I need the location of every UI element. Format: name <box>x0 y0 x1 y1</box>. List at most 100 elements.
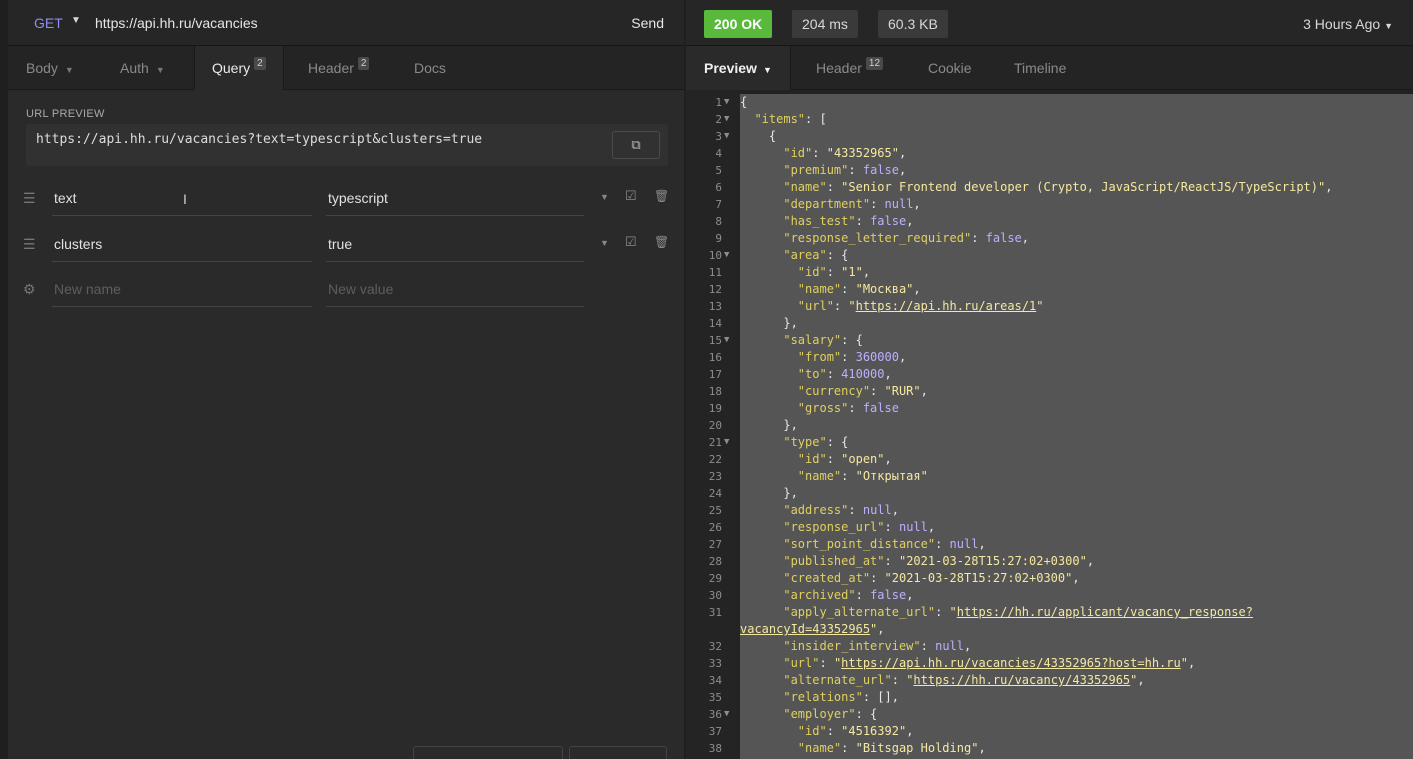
new-param-value-input[interactable]: New value <box>326 273 584 307</box>
code-text: "insider_interview": null, <box>783 639 972 653</box>
code-text: "gross": false <box>797 401 899 415</box>
code-line: 37 "id": "4516392", <box>686 723 1413 740</box>
tab-label: Header <box>816 60 862 76</box>
param-name-input[interactable]: clusters <box>52 228 312 262</box>
tab-label: Docs <box>414 60 446 76</box>
code-text: { <box>768 129 777 143</box>
code-text: "id": "43352965", <box>783 146 907 160</box>
tab-cookie[interactable]: Cookie <box>928 46 972 90</box>
drag-handle-icon[interactable]: ☰ <box>23 190 36 207</box>
fold-arrow-icon[interactable]: ▼ <box>724 332 729 349</box>
copy-button[interactable]: ⧉ <box>612 131 660 159</box>
code-text: "id": "1", <box>797 265 871 279</box>
checkbox-icon[interactable]: ☑ <box>625 234 637 250</box>
param-value: true <box>328 236 353 252</box>
code-line: 36 ▼ "employer": { <box>686 706 1413 723</box>
line-number: 11 <box>708 266 722 279</box>
secondary-button[interactable] <box>569 746 667 759</box>
chevron-down-icon: ▼ <box>155 65 165 75</box>
code-text: "published_at": "2021-03-28T15:27:02+030… <box>783 554 1095 568</box>
tab-label: Preview <box>704 60 757 76</box>
line-number: 34 <box>708 674 722 687</box>
method-select[interactable]: GET <box>34 15 63 31</box>
line-number: 1 <box>715 96 722 109</box>
checkbox-icon[interactable]: ☑ <box>625 188 637 204</box>
code-line: 16 "from": 360000, <box>686 349 1413 366</box>
gear-icon[interactable]: ⚙ <box>23 281 36 298</box>
code-text: "currency": "RUR", <box>797 384 928 398</box>
code-line: 12 "name": "Москва", <box>686 281 1413 298</box>
line-number: 13 <box>708 300 722 313</box>
line-number: 3 <box>715 130 722 143</box>
code-text: "name": "Senior Frontend developer (Cryp… <box>783 180 1333 194</box>
history-dropdown[interactable]: 3 Hours Ago ▼ <box>1303 16 1393 32</box>
response-tabs: Preview ▼ Header 12 Cookie Timeline <box>686 46 1413 90</box>
code-line: 33 "url": "https://api.hh.ru/vacancies/4… <box>686 655 1413 672</box>
code-line: 4 "id": "43352965", <box>686 145 1413 162</box>
line-number: 27 <box>708 538 722 551</box>
drag-handle-icon[interactable]: ☰ <box>23 236 36 253</box>
tab-timeline[interactable]: Timeline <box>1014 46 1066 90</box>
line-number: 26 <box>708 521 722 534</box>
code-text: "premium": false, <box>783 163 907 177</box>
param-name-input[interactable]: text <box>52 182 312 216</box>
code-line: 26 "response_url": null, <box>686 519 1413 536</box>
chevron-down-icon[interactable]: ▼ <box>71 15 81 26</box>
line-number: 31 <box>708 606 722 619</box>
code-text: "items": [ <box>754 112 827 126</box>
app-window: GET ▼ https://api.hh.ru/vacancies Send B… <box>0 0 1413 759</box>
line-number: 18 <box>708 385 722 398</box>
url-input[interactable]: https://api.hh.ru/vacancies <box>95 15 258 31</box>
fold-arrow-icon[interactable]: ▼ <box>724 706 729 723</box>
code-text: "response_url": null, <box>783 520 936 534</box>
code-text: "employer": { <box>783 707 878 721</box>
code-text: "apply_alternate_url": "https://hh.ru/ap… <box>783 605 1253 619</box>
send-button[interactable]: Send <box>631 15 664 31</box>
request-tabs: Body ▼ Auth ▼ Query 2 Header 2 Docs <box>8 46 684 91</box>
param-value-input[interactable]: true <box>326 228 584 262</box>
fold-arrow-icon[interactable]: ▼ <box>724 94 729 111</box>
bulk-edit-button[interactable] <box>413 746 563 759</box>
new-param-name-input[interactable]: New name <box>52 273 312 307</box>
url-preview-text: https://api.hh.ru/vacancies?text=typescr… <box>36 132 483 147</box>
code-line: 9 "response_letter_required": false, <box>686 230 1413 247</box>
code-text: }, <box>783 316 798 330</box>
line-number: 24 <box>708 487 722 500</box>
fold-arrow-icon[interactable]: ▼ <box>724 434 729 451</box>
tab-docs[interactable]: Docs <box>414 46 446 90</box>
response-time-badge: 204 ms <box>792 10 858 38</box>
tab-preview[interactable]: Preview ▼ <box>686 46 791 90</box>
code-line: 38 "name": "Bitsgap Holding", <box>686 740 1413 757</box>
param-value: typescript <box>328 190 388 206</box>
line-number: 14 <box>708 317 722 330</box>
tab-auth[interactable]: Auth ▼ <box>120 46 165 90</box>
param-name: text <box>54 190 77 206</box>
tab-header[interactable]: Header 2 <box>308 46 370 90</box>
tab-body[interactable]: Body ▼ <box>26 46 74 90</box>
line-number: 15 <box>708 334 722 347</box>
code-text: { <box>740 95 748 109</box>
tab-query[interactable]: Query 2 <box>194 46 284 91</box>
code-text: vacancyId=43352965", <box>740 622 885 636</box>
code-text: "created_at": "2021-03-28T15:27:02+0300"… <box>783 571 1080 585</box>
url-preview-box: https://api.hh.ru/vacancies?text=typescr… <box>26 124 668 166</box>
tab-response-header[interactable]: Header 12 <box>816 46 884 90</box>
response-body-viewer[interactable]: 1 ▼{2 ▼ "items": [3 ▼ {4 "id": "43352965", 5… <box>686 90 1413 759</box>
code-line: 1 ▼ { <box>686 94 1413 111</box>
code-line: 28 "published_at": "2021-03-28T15:27:02+… <box>686 553 1413 570</box>
code-line: 17 "to": 410000, <box>686 366 1413 383</box>
chevron-down-icon[interactable]: ▼ <box>600 192 609 202</box>
line-number: 19 <box>708 402 722 415</box>
chevron-down-icon[interactable]: ▼ <box>600 238 609 248</box>
fold-arrow-icon[interactable]: ▼ <box>724 111 729 128</box>
fold-arrow-icon[interactable]: ▼ <box>724 247 729 264</box>
request-pane: GET ▼ https://api.hh.ru/vacancies Send B… <box>8 0 684 759</box>
chevron-down-icon: ▼ <box>1384 21 1393 31</box>
code-text: "to": 410000, <box>797 367 892 381</box>
param-value-input[interactable]: typescript <box>326 182 584 216</box>
trash-icon[interactable]: 🗑 <box>654 235 669 249</box>
chevron-down-icon: ▼ <box>64 65 74 75</box>
trash-icon[interactable]: 🗑 <box>654 189 669 203</box>
fold-arrow-icon[interactable]: ▼ <box>724 128 729 145</box>
code-line: vacancyId=43352965", <box>686 621 1413 638</box>
